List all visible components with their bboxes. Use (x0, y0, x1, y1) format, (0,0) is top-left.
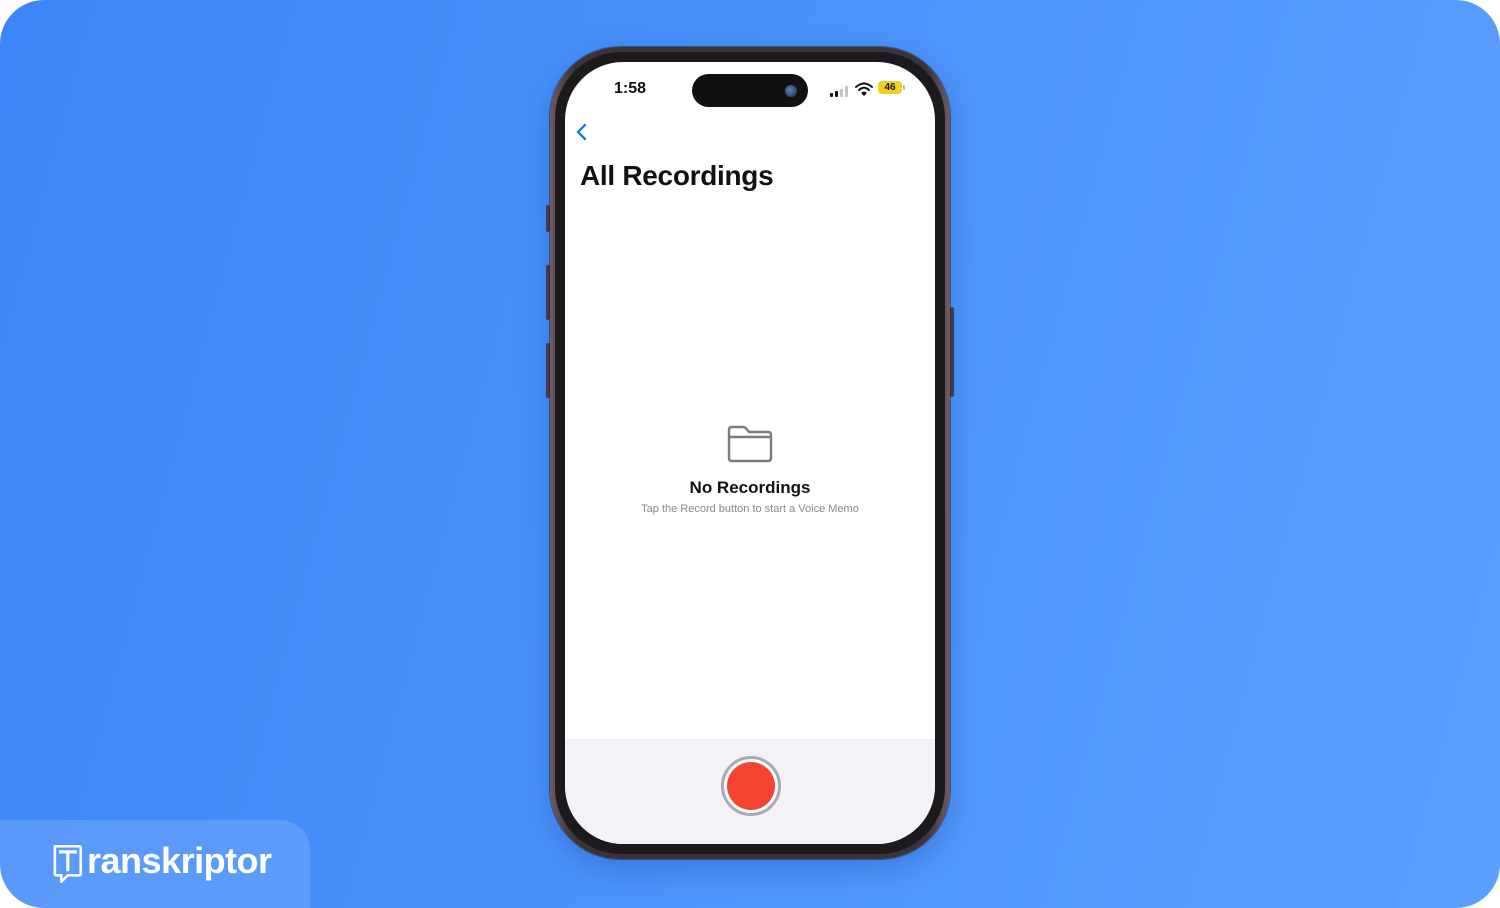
camera-icon (785, 85, 797, 97)
phone-screen: 1:58 46 All Recordings No Recordings Tap… (565, 62, 935, 844)
record-button-ring[interactable] (721, 756, 781, 816)
folder-icon (727, 425, 773, 463)
empty-state-title: No Recordings (689, 478, 811, 497)
status-time: 1:58 (614, 80, 647, 97)
wifi-icon (855, 82, 873, 96)
page-title: All Recordings (580, 160, 774, 191)
bottom-toolbar (565, 739, 935, 844)
power-button (950, 307, 954, 397)
battery-cap (903, 85, 905, 90)
transkriptor-logo: ranskriptor (48, 838, 272, 890)
dynamic-island (692, 74, 808, 107)
cellular-signal-icon (830, 86, 850, 97)
brand-name: ranskriptor (87, 840, 272, 881)
battery-indicator: 46 (878, 81, 902, 94)
record-button[interactable] (727, 762, 775, 810)
back-chevron-icon[interactable] (571, 120, 595, 144)
transkriptor-mark-icon (53, 844, 83, 884)
empty-state-subtitle: Tap the Record button to start a Voice M… (641, 503, 859, 515)
